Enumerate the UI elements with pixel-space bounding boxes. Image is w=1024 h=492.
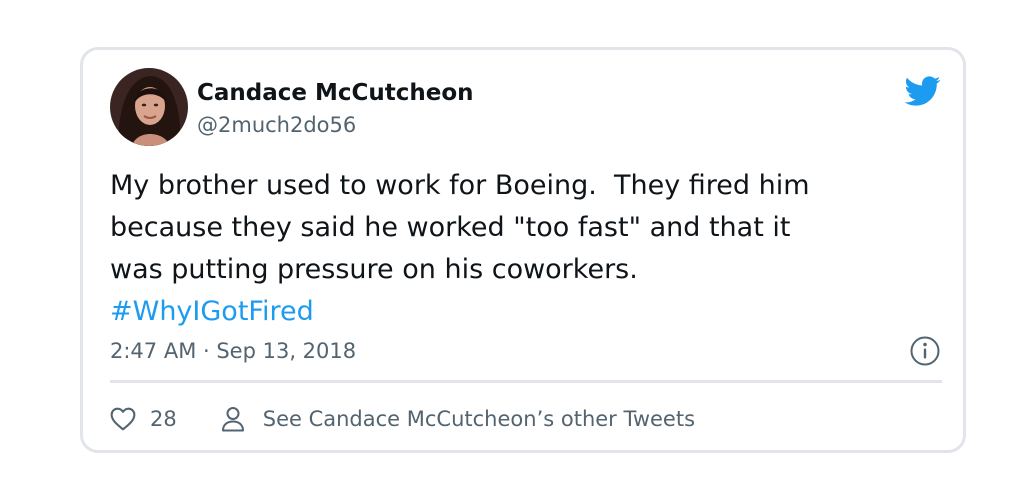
tweet-card: Candace McCutcheon @2much2do56 My brothe… — [80, 47, 966, 453]
see-other-tweets-link[interactable]: See Candace McCutcheon’s other Tweets — [221, 406, 695, 432]
user-handle[interactable]: @2much2do56 — [197, 113, 356, 137]
tweet-footer: 28 See Candace McCutcheon’s other Tweets — [110, 402, 695, 436]
twitter-bird-icon[interactable] — [903, 72, 941, 110]
like-count: 28 — [150, 407, 177, 431]
info-icon[interactable] — [909, 335, 941, 367]
tweet-text-line: My brother used to work for Boeing. They… — [110, 170, 810, 201]
heart-icon — [110, 407, 136, 431]
divider — [110, 380, 942, 383]
display-name[interactable]: Candace McCutcheon — [197, 80, 474, 106]
tweet-timestamp[interactable]: 2:47 AM · Sep 13, 2018 — [110, 339, 356, 363]
tweet-text-line: because they said he worked "too fast" a… — [110, 212, 791, 243]
person-icon — [221, 406, 245, 432]
avatar-photo — [110, 68, 188, 146]
like-button[interactable]: 28 — [110, 407, 177, 431]
avatar[interactable] — [110, 68, 188, 146]
tweet-text: My brother used to work for Boeing. They… — [110, 165, 950, 333]
see-other-tweets-label: See Candace McCutcheon’s other Tweets — [262, 407, 696, 431]
hashtag-link[interactable]: #WhyIGotFired — [110, 291, 950, 333]
tweet-text-line: was putting pressure on his coworkers. — [110, 254, 638, 285]
